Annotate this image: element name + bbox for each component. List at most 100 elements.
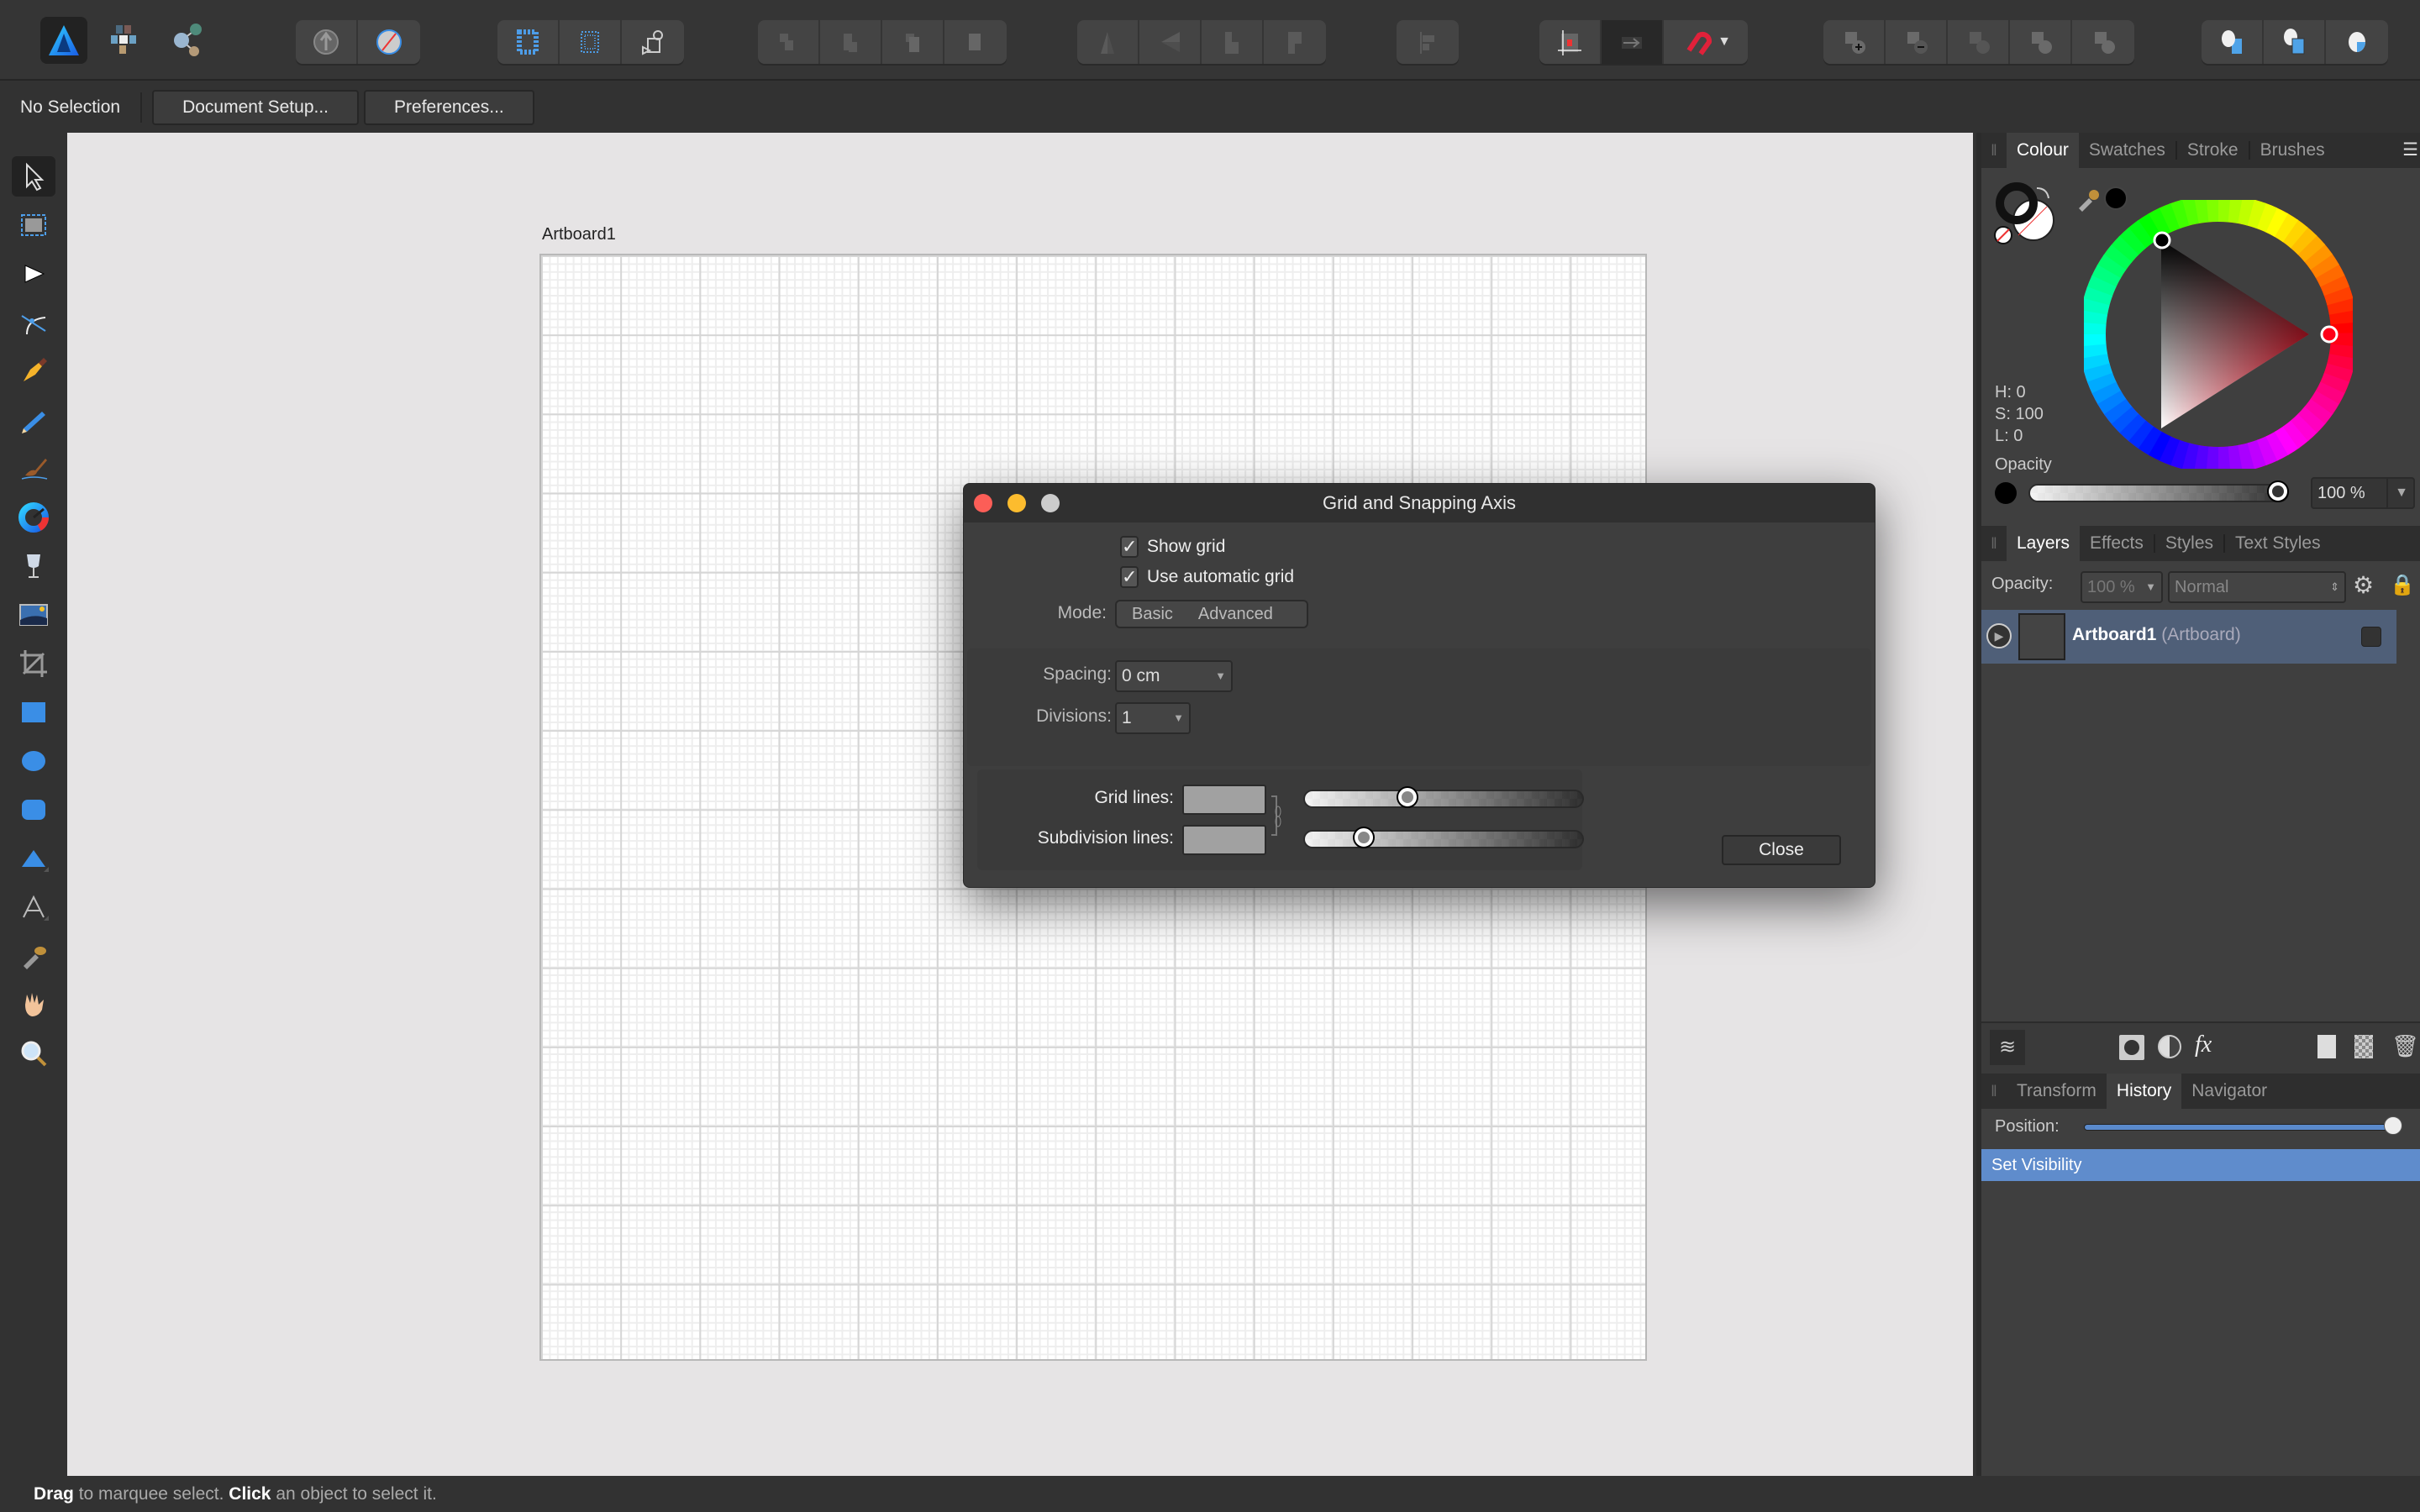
boolean-add-button[interactable] bbox=[1823, 20, 1886, 64]
tab-styles[interactable]: Styles bbox=[2155, 526, 2223, 561]
ellipse-tool[interactable] bbox=[12, 741, 55, 781]
history-position-slider[interactable] bbox=[2084, 1116, 2402, 1135]
grid-lines-color-swatch[interactable] bbox=[1182, 785, 1266, 815]
document-setup-button[interactable]: Document Setup... bbox=[152, 90, 360, 125]
zoom-window-icon[interactable] bbox=[1041, 494, 1060, 512]
triangle-tool[interactable] bbox=[12, 838, 55, 879]
snapping-grid-button[interactable] bbox=[1539, 20, 1602, 64]
blend-mode-dropdown[interactable]: Normal ⇕ bbox=[2168, 571, 2346, 603]
align-button[interactable] bbox=[1397, 20, 1459, 64]
rotate-right-button[interactable] bbox=[1264, 20, 1326, 64]
tab-history[interactable]: History bbox=[2106, 1074, 2182, 1109]
hide-selection-button[interactable] bbox=[358, 20, 420, 64]
crop-tool[interactable] bbox=[12, 643, 55, 684]
dialog-title-bar[interactable]: Grid and Snapping Axis bbox=[964, 484, 1875, 522]
chevron-down-icon[interactable]: ▼ bbox=[2386, 479, 2408, 507]
snap-to-grid-button[interactable] bbox=[497, 20, 560, 64]
move-to-back-button[interactable] bbox=[758, 20, 820, 64]
boolean-combine-button[interactable] bbox=[2072, 20, 2134, 64]
text-tool[interactable] bbox=[12, 887, 55, 927]
move-back-one-button[interactable] bbox=[820, 20, 882, 64]
fill-stroke-well[interactable] bbox=[1993, 180, 2060, 247]
expand-triangle-icon[interactable]: ▶ bbox=[1986, 623, 2012, 648]
boolean-divide-button[interactable] bbox=[2010, 20, 2072, 64]
pencil-tool[interactable] bbox=[12, 400, 55, 440]
fx-icon[interactable]: fx bbox=[2195, 1032, 2212, 1058]
tab-layers[interactable]: Layers bbox=[2007, 526, 2081, 561]
boolean-subtract-button[interactable] bbox=[1886, 20, 1948, 64]
export-persona-button[interactable] bbox=[165, 17, 212, 64]
grip-handle-icon[interactable]: ‖ bbox=[1981, 1074, 2007, 1109]
place-image-tool[interactable] bbox=[12, 595, 55, 635]
panel-menu-icon[interactable]: ☰ bbox=[2402, 133, 2418, 168]
adjustment-icon[interactable] bbox=[2158, 1035, 2181, 1058]
show-grid-button[interactable] bbox=[560, 20, 622, 64]
tab-brushes[interactable]: Brushes bbox=[2250, 133, 2335, 168]
new-pixel-layer-icon[interactable] bbox=[2354, 1035, 2373, 1058]
trash-icon[interactable]: 🗑 bbox=[2391, 1033, 2419, 1059]
grip-handle-icon[interactable]: ‖ bbox=[1981, 133, 2007, 168]
snapping-magnet-button[interactable]: ▼ bbox=[1664, 20, 1748, 64]
tab-effects[interactable]: Effects bbox=[2080, 526, 2154, 561]
colour-opacity-field[interactable]: 100 % ▼ bbox=[2311, 477, 2415, 509]
zoom-tool[interactable] bbox=[12, 1033, 55, 1074]
new-layer-icon[interactable] bbox=[2317, 1035, 2336, 1058]
designer-persona-button[interactable] bbox=[40, 17, 87, 64]
snapping-move-button[interactable] bbox=[1602, 20, 1664, 64]
close-button[interactable]: Close bbox=[1722, 835, 1841, 865]
tab-swatches[interactable]: Swatches bbox=[2079, 133, 2175, 168]
insert-inside-button[interactable] bbox=[2326, 20, 2388, 64]
rotate-left-button[interactable] bbox=[1202, 20, 1264, 64]
slider-knob[interactable] bbox=[1354, 828, 1373, 847]
grip-handle-icon[interactable]: ‖ bbox=[1981, 526, 2007, 561]
rectangle-tool[interactable] bbox=[12, 692, 55, 732]
fill-tool[interactable] bbox=[12, 497, 55, 538]
move-forward-one-button[interactable] bbox=[882, 20, 944, 64]
corner-tool[interactable] bbox=[12, 302, 55, 343]
lock-icon[interactable]: 🔒 bbox=[2390, 573, 2415, 597]
use-automatic-grid-checkbox[interactable]: ✓ Use automatic grid bbox=[1120, 566, 1294, 588]
colour-wheel[interactable] bbox=[2084, 200, 2353, 469]
insert-behind-button[interactable] bbox=[2202, 20, 2264, 64]
pixel-persona-button[interactable] bbox=[101, 17, 148, 64]
isolate-button[interactable] bbox=[296, 20, 358, 64]
layer-opacity-field[interactable]: 100 % ▼ bbox=[2081, 571, 2163, 603]
slider-knob[interactable] bbox=[2384, 1116, 2402, 1135]
history-item[interactable]: Set Visibility bbox=[1981, 1149, 2420, 1181]
layer-row[interactable]: ▶ Artboard1 (Artboard) bbox=[1981, 610, 2396, 664]
flip-vertical-button[interactable] bbox=[1139, 20, 1202, 64]
link-icon[interactable] bbox=[1270, 795, 1283, 837]
hand-tool[interactable] bbox=[12, 984, 55, 1025]
mask-icon[interactable] bbox=[2119, 1035, 2144, 1060]
close-window-icon[interactable] bbox=[974, 494, 992, 512]
flip-horizontal-button[interactable] bbox=[1077, 20, 1139, 64]
spacing-dropdown[interactable]: 0 cm ▼ bbox=[1115, 660, 1233, 692]
move-tool[interactable] bbox=[12, 156, 55, 197]
tab-text-styles[interactable]: Text Styles bbox=[2225, 526, 2331, 561]
preferences-button[interactable]: Preferences... bbox=[364, 90, 534, 125]
subdivision-lines-color-swatch[interactable] bbox=[1182, 825, 1266, 855]
minimize-window-icon[interactable] bbox=[1007, 494, 1026, 512]
grid-lines-opacity-slider[interactable] bbox=[1303, 788, 1584, 808]
chevron-down-icon[interactable]: ▼ bbox=[1718, 34, 1731, 50]
visibility-checkbox[interactable] bbox=[2361, 627, 2381, 647]
tab-colour[interactable]: Colour bbox=[2007, 133, 2079, 168]
tab-transform[interactable]: Transform bbox=[2007, 1074, 2107, 1109]
mode-advanced-option[interactable]: Advanced bbox=[1188, 601, 1283, 627]
color-picker-tool[interactable] bbox=[12, 936, 55, 976]
insert-top-button[interactable] bbox=[2264, 20, 2326, 64]
slider-knob[interactable] bbox=[2269, 482, 2287, 501]
transparency-tool[interactable] bbox=[12, 546, 55, 586]
transform-object-button[interactable] bbox=[622, 20, 684, 64]
tab-navigator[interactable]: Navigator bbox=[2181, 1074, 2277, 1109]
node-tool[interactable] bbox=[12, 254, 55, 294]
move-to-front-button[interactable] bbox=[944, 20, 1007, 64]
mode-basic-option[interactable]: Basic bbox=[1117, 601, 1188, 627]
divisions-dropdown[interactable]: 1 ▼ bbox=[1115, 702, 1191, 734]
artboard-tool[interactable] bbox=[12, 205, 55, 245]
colour-opacity-slider[interactable] bbox=[2028, 482, 2289, 502]
rounded-rectangle-tool[interactable] bbox=[12, 790, 55, 830]
vector-brush-tool[interactable] bbox=[12, 449, 55, 489]
tab-stroke[interactable]: Stroke bbox=[2177, 133, 2249, 168]
show-grid-checkbox[interactable]: ✓ Show grid bbox=[1120, 536, 1225, 558]
